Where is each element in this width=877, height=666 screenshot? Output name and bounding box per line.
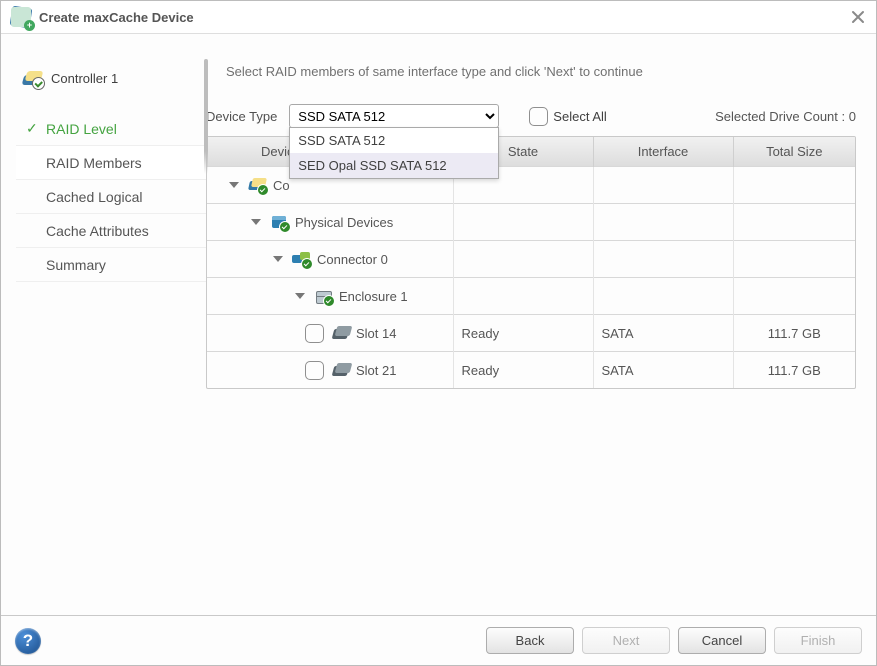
caret-down-icon[interactable] [295, 293, 305, 299]
physical-devices-icon [269, 213, 289, 231]
caret-down-icon[interactable] [273, 256, 283, 262]
device-type-option[interactable]: SSD SATA 512 [290, 128, 498, 153]
device-type-select-wrap: SSD SATA 512 SSD SATA 512SED Opal SSD SA… [289, 104, 499, 128]
drive-label: Slot 14 [356, 326, 396, 341]
title-bar: + Create maxCache Device [1, 1, 876, 34]
table-row: Connector 0 [207, 241, 855, 278]
node-label: Enclosure 1 [339, 289, 408, 304]
caret-down-icon[interactable] [229, 182, 239, 188]
connector-icon [291, 250, 311, 268]
next-button[interactable]: Next [582, 627, 670, 654]
dialog-window: + Create maxCache Device Controller 1 ✓R… [0, 0, 877, 666]
cancel-button[interactable]: Cancel [678, 627, 766, 654]
controller-label: Controller 1 [51, 71, 118, 86]
dialog-body: Controller 1 ✓RAID Level✓RAID Members✓Ca… [1, 34, 876, 615]
node-label: Co [273, 178, 290, 193]
wizard-sidebar: Controller 1 ✓RAID Level✓RAID Members✓Ca… [1, 54, 206, 615]
select-all-label: Select All [553, 109, 606, 124]
table-row[interactable]: Slot 14ReadySATA111.7 GB [207, 315, 855, 352]
instruction-text: Select RAID members of same interface ty… [206, 54, 856, 104]
finish-button[interactable]: Finish [774, 627, 862, 654]
sidebar-divider [204, 59, 208, 174]
wizard-step-cache-attributes[interactable]: ✓Cache Attributes [16, 214, 206, 248]
table-row: Enclosure 1 [207, 278, 855, 315]
check-icon: ✓ [26, 120, 40, 137]
table-row[interactable]: Slot 21ReadySATA111.7 GB [207, 352, 855, 389]
device-type-label: Device Type [206, 109, 277, 124]
controller-icon [247, 176, 267, 194]
wizard-step-cached-logical[interactable]: ✓Cached Logical [16, 180, 206, 214]
footer: ? Back Next Cancel Finish [1, 615, 876, 665]
back-button[interactable]: Back [486, 627, 574, 654]
wizard-step-summary[interactable]: ✓Summary [16, 248, 206, 282]
toolbar: Device Type SSD SATA 512 SSD SATA 512SED… [206, 104, 856, 136]
drive-icon [330, 361, 350, 379]
drive-label: Slot 21 [356, 363, 396, 378]
drive-icon [330, 324, 350, 342]
wizard-step-raid-level[interactable]: ✓RAID Level [16, 112, 206, 146]
enclosure-icon [313, 287, 333, 305]
close-icon[interactable] [850, 9, 866, 25]
wizard-step-raid-members[interactable]: ✓RAID Members [16, 146, 206, 180]
device-type-option[interactable]: SED Opal SSD SATA 512 [290, 153, 498, 178]
col-totalsize[interactable]: Total Size [733, 137, 855, 167]
device-type-dropdown: SSD SATA 512SED Opal SSD SATA 512 [289, 127, 499, 179]
selected-drive-count: Selected Drive Count : 0 [715, 109, 856, 124]
help-icon[interactable]: ? [15, 628, 41, 654]
controller-icon [21, 69, 43, 87]
main-panel: Select RAID members of same interface ty… [206, 54, 856, 615]
select-all-checkbox[interactable]: Select All [529, 107, 606, 126]
node-label: Connector 0 [317, 252, 388, 267]
app-icon: + [11, 7, 31, 27]
drive-checkbox[interactable] [305, 324, 324, 343]
node-label: Physical Devices [295, 215, 393, 230]
col-interface[interactable]: Interface [593, 137, 733, 167]
dialog-title: Create maxCache Device [39, 10, 850, 25]
table-row: Physical Devices [207, 204, 855, 241]
drive-checkbox[interactable] [305, 361, 324, 380]
checkbox-icon [529, 107, 548, 126]
sidebar-controller: Controller 1 [16, 54, 206, 112]
wizard-steps: ✓RAID Level✓RAID Members✓Cached Logical✓… [16, 112, 206, 282]
device-type-select[interactable]: SSD SATA 512 [289, 104, 499, 128]
caret-down-icon[interactable] [251, 219, 261, 225]
